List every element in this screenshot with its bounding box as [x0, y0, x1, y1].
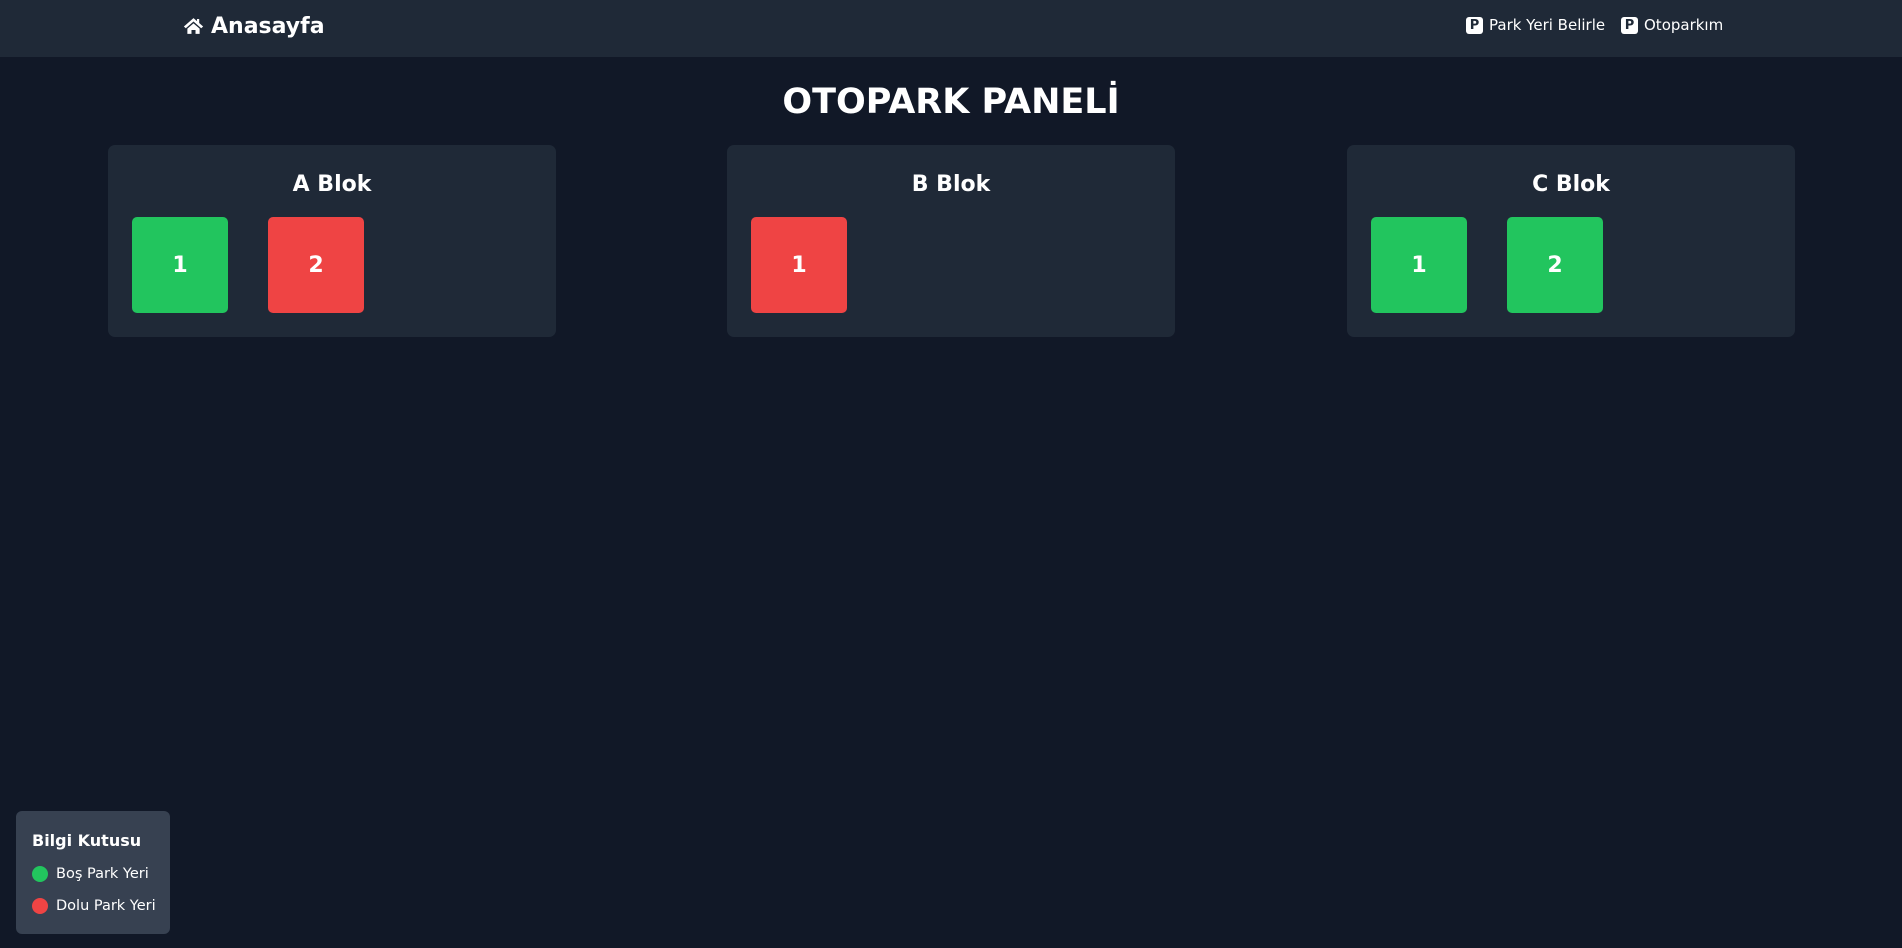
legend-item-empty: Boş Park Yeri [32, 864, 149, 884]
parking-spot[interactable]: 1 [1371, 217, 1467, 313]
nav-link-label: Park Yeri Belirle [1489, 16, 1606, 34]
legend-item-occupied: Dolu Park Yeri [32, 896, 156, 916]
info-box-title: Bilgi Kutusu [32, 831, 142, 850]
page-title: OTOPARK PANELİ [782, 82, 1120, 122]
block-title: C Blok [1532, 172, 1610, 197]
nav-link-park-yeri-belirle[interactable]: P Park Yeri Belirle [1466, 15, 1605, 35]
block-c: C Blok 1 2 [1347, 145, 1795, 337]
block-title: A Blok [292, 172, 372, 197]
spot-list: 1 [751, 217, 847, 313]
nav-link-label: Otoparkım [1644, 16, 1724, 34]
spot-list: 1 2 [132, 217, 364, 313]
block-b: B Blok 1 [727, 145, 1175, 337]
parking-icon: P [1621, 16, 1638, 34]
nav-link-otoparkim[interactable]: P Otoparkım [1621, 15, 1723, 35]
spot-list: 1 2 [1371, 217, 1603, 313]
home-link-label: Anasayfa [211, 13, 325, 39]
block-title: B Blok [911, 172, 991, 197]
empty-dot-icon [32, 866, 48, 882]
home-icon [183, 17, 204, 35]
block-a: A Blok 1 2 [108, 145, 556, 337]
legend-item-label: Dolu Park Yeri [56, 898, 156, 914]
parking-spot[interactable]: 1 [132, 217, 228, 313]
parking-spot[interactable]: 2 [1507, 217, 1603, 313]
home-link[interactable]: Anasayfa [183, 12, 325, 40]
parking-spot[interactable]: 1 [751, 217, 847, 313]
navbar: Anasayfa P Park Yeri Belirle P Otoparkım [0, 0, 1902, 57]
legend-item-label: Boş Park Yeri [56, 866, 149, 882]
parking-spot[interactable]: 2 [268, 217, 364, 313]
parking-icon: P [1466, 16, 1483, 34]
occupied-dot-icon [32, 898, 48, 914]
